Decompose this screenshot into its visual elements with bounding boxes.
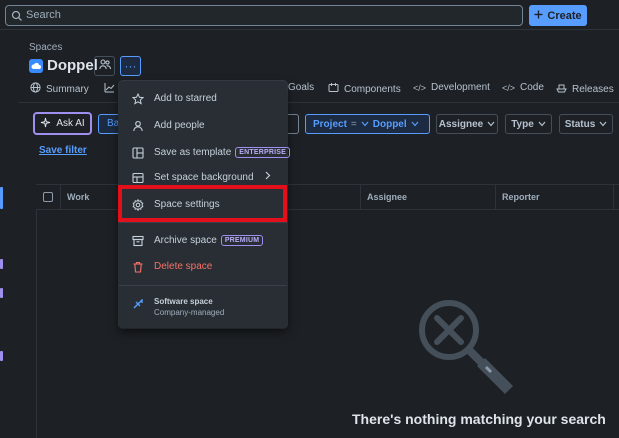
template-icon	[132, 147, 144, 159]
type-filter[interactable]: Type	[505, 114, 552, 134]
tab-label: Summary	[46, 83, 89, 95]
tab-label: Development	[431, 82, 490, 93]
tab-releases[interactable]: Releases	[556, 82, 614, 96]
assignee-filter-label: Assignee	[438, 118, 484, 130]
chevron-down-icon	[487, 119, 495, 130]
search-input[interactable]: Search	[5, 5, 523, 26]
image-icon	[132, 172, 144, 184]
rail-marker[interactable]	[0, 351, 3, 361]
components-icon	[328, 82, 339, 96]
menu-item-label: Delete space	[154, 261, 213, 272]
no-results-magnifier-icon	[415, 296, 515, 401]
menu-divider	[119, 285, 287, 286]
archive-icon	[132, 235, 144, 247]
tab-timeline[interactable]	[104, 82, 115, 96]
basic-label: Ba	[107, 118, 120, 129]
create-label: Create	[547, 9, 582, 22]
rail-marker[interactable]	[0, 288, 3, 298]
menu-item-label: Archive space	[154, 235, 217, 246]
chevron-down-icon	[411, 119, 419, 130]
ask-ai-button[interactable]: Ask AI	[33, 112, 92, 135]
menu-item-delete-space[interactable]: Delete space	[119, 256, 287, 278]
tab-development[interactable]: </> Development	[413, 82, 490, 93]
project-filter-value: Doppel	[372, 118, 407, 130]
project-filter-operator: =	[350, 118, 357, 130]
people-button[interactable]	[94, 56, 115, 76]
star-icon	[132, 93, 144, 105]
ask-ai-label: Ask AI	[56, 118, 85, 129]
more-actions-button[interactable]: ···	[120, 56, 141, 76]
column-divider	[60, 185, 61, 209]
chevron-down-icon	[361, 119, 369, 130]
tab-summary[interactable]: Summary	[30, 82, 89, 96]
space-type-subtitle: Company-managed	[154, 308, 225, 317]
space-type-title: Software space	[154, 297, 213, 306]
project-filter-key: Project	[313, 118, 347, 130]
top-bar: Search Create	[0, 0, 619, 30]
empty-state-message: There's nothing matching your search	[352, 411, 606, 427]
project-filter[interactable]: Project = Doppel	[305, 114, 430, 134]
select-all-checkbox[interactable]	[43, 192, 53, 202]
menu-item-save-as-template[interactable]: Save as template ENTERPRISE	[119, 142, 290, 164]
divider	[18, 102, 619, 103]
tab-components[interactable]: Components	[328, 82, 401, 96]
tab-goals[interactable]: Goals	[288, 82, 314, 93]
status-filter[interactable]: Status	[559, 114, 613, 134]
highlight-box	[118, 185, 287, 222]
menu-item-label: Add to starred	[154, 93, 217, 104]
ship-icon	[556, 82, 567, 96]
people-icon	[98, 57, 111, 75]
menu-divider	[119, 222, 287, 223]
tab-label: Releases	[572, 83, 614, 95]
column-divider	[495, 185, 496, 209]
create-button[interactable]: Create	[529, 5, 587, 26]
table-border	[36, 210, 37, 438]
enterprise-badge: ENTERPRISE	[235, 147, 290, 158]
code-icon: </>	[413, 82, 427, 93]
code-icon: </>	[502, 82, 516, 93]
search-icon	[11, 9, 23, 27]
plus-icon	[534, 10, 543, 22]
sparkle-icon	[40, 117, 51, 131]
assignee-filter[interactable]: Assignee	[436, 114, 498, 134]
menu-item-label: Add people	[154, 120, 205, 131]
save-filter-link[interactable]: Save filter	[39, 145, 87, 156]
software-space-icon	[133, 296, 143, 314]
type-filter-label: Type	[511, 118, 534, 130]
rail-marker[interactable]	[0, 187, 3, 209]
column-divider	[613, 185, 614, 209]
menu-item-add-people[interactable]: Add people	[119, 115, 287, 137]
premium-badge: PREMIUM	[220, 235, 264, 246]
trash-icon	[132, 261, 144, 273]
chart-icon	[104, 82, 115, 96]
rail-marker[interactable]	[0, 259, 3, 269]
person-icon	[132, 120, 144, 132]
column-header-reporter[interactable]: Reporter	[502, 192, 540, 202]
cloud-icon	[29, 59, 43, 73]
menu-item-archive-space[interactable]: Archive space PREMIUM	[119, 230, 287, 252]
filter-search-input[interactable]	[285, 114, 299, 134]
left-rail	[0, 31, 4, 438]
chevron-right-icon	[265, 171, 271, 183]
menu-item-add-to-starred[interactable]: Add to starred	[119, 88, 287, 110]
breadcrumb[interactable]: Spaces	[29, 42, 62, 53]
search-placeholder: Search	[26, 9, 61, 21]
column-header-work[interactable]: Work	[67, 192, 89, 202]
chevron-down-icon	[599, 119, 607, 130]
more-icon: ···	[124, 59, 137, 73]
tab-label: Code	[520, 82, 544, 93]
page-title: Doppel	[47, 57, 98, 74]
status-filter-label: Status	[564, 118, 596, 130]
chevron-down-icon	[538, 119, 546, 130]
tab-label: Goals	[288, 82, 315, 93]
column-header-assignee[interactable]: Assignee	[367, 192, 407, 202]
globe-icon	[30, 82, 41, 96]
tab-code[interactable]: </> Code	[502, 82, 544, 93]
tab-label: Components	[344, 83, 401, 95]
menu-item-label: Save as template	[154, 147, 232, 158]
menu-item-label: Set space background	[154, 172, 254, 183]
column-divider	[360, 185, 361, 209]
